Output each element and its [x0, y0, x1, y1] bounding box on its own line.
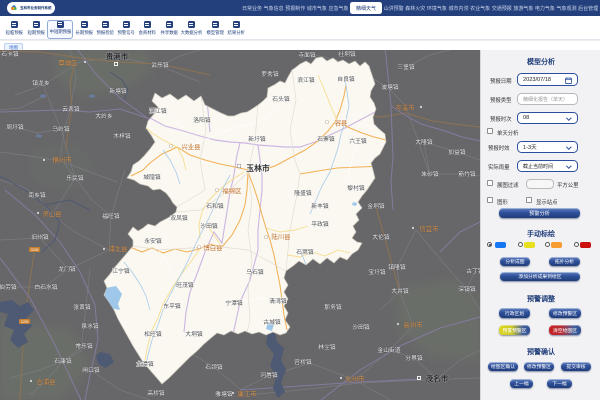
svg-text:官桥镇: 官桥镇 — [294, 358, 312, 366]
svg-text:福绵区: 福绵区 — [222, 186, 242, 195]
svg-text:石颈镇: 石颈镇 — [205, 363, 223, 371]
svg-text:江宁镇: 江宁镇 — [112, 267, 130, 275]
svg-text:闸口镇: 闸口镇 — [82, 366, 100, 374]
svg-text:石窝镇: 石窝镇 — [296, 248, 314, 256]
svg-text:大井镇: 大井镇 — [391, 287, 409, 295]
svg-text:石寨镇: 石寨镇 — [317, 135, 335, 143]
svg-text:张黄镇: 张黄镇 — [73, 303, 91, 311]
svg-text:朱砂镇: 朱砂镇 — [421, 170, 439, 178]
svg-text:博白县: 博白县 — [203, 243, 223, 252]
svg-text:容县: 容县 — [335, 118, 348, 127]
svg-text:浦北县: 浦北县 — [108, 244, 128, 253]
svg-text:浪江镇: 浪江镇 — [297, 76, 315, 84]
svg-text:石卡镇: 石卡镇 — [1, 50, 19, 58]
svg-text:雅塘镇: 雅塘镇 — [215, 390, 233, 398]
svg-text:旺茂镇: 旺茂镇 — [176, 281, 194, 289]
svg-text:筋竹镇: 筋竹镇 — [458, 170, 476, 178]
svg-text:金垌镇: 金垌镇 — [367, 202, 385, 210]
svg-text:高州市: 高州市 — [403, 320, 423, 329]
svg-text:东平镇: 东平镇 — [163, 302, 181, 310]
svg-text:兴业县: 兴业县 — [181, 142, 201, 151]
svg-text:林尘镇: 林尘镇 — [318, 343, 336, 351]
svg-text:横州市: 横州市 — [52, 155, 72, 164]
svg-text:平政镇: 平政镇 — [311, 220, 329, 228]
svg-text:宝圩镇: 宝圩镇 — [368, 268, 386, 276]
svg-text:伯劳镇: 伯劳镇 — [0, 283, 17, 291]
svg-text:宁潭镇: 宁潭镇 — [225, 299, 243, 307]
svg-text:镇隆镇: 镇隆镇 — [388, 263, 406, 271]
svg-text:黎村镇: 黎村镇 — [347, 184, 365, 192]
svg-text:新圩镇: 新圩镇 — [248, 135, 266, 143]
svg-text:灵山县: 灵山县 — [42, 209, 62, 218]
svg-text:廉江市: 廉江市 — [237, 389, 257, 398]
svg-text:马岭镇: 马岭镇 — [52, 125, 70, 133]
svg-text:湛江镇: 湛江镇 — [149, 107, 167, 115]
svg-text:深镇镇: 深镇镇 — [458, 285, 476, 293]
svg-text:大岭乡: 大岭乡 — [95, 112, 113, 120]
svg-text:木梓镇: 木梓镇 — [113, 132, 131, 140]
svg-text:大垌镇: 大垌镇 — [185, 330, 203, 338]
svg-text:石和镇: 石和镇 — [206, 202, 224, 210]
svg-text:金山街道: 金山街道 — [377, 346, 400, 354]
svg-text:加益镇: 加益镇 — [448, 148, 466, 156]
svg-text:三堡镇: 三堡镇 — [397, 63, 415, 71]
svg-text:高桥镇: 高桥镇 — [147, 389, 165, 397]
svg-text:石头镇: 石头镇 — [272, 95, 290, 103]
svg-text:乐民镇: 乐民镇 — [66, 174, 84, 182]
svg-text:沙田镇: 沙田镇 — [352, 323, 370, 331]
svg-text:贵港市: 贵港市 — [106, 51, 129, 61]
svg-text:玉林市: 玉林市 — [246, 163, 270, 173]
svg-text:洛阳镇: 洛阳镇 — [193, 116, 211, 124]
svg-text:陆川县: 陆川县 — [271, 232, 291, 241]
svg-text:龙门镇: 龙门镇 — [58, 265, 76, 273]
svg-text:乌石镇: 乌石镇 — [246, 268, 264, 276]
svg-text:云表镇: 云表镇 — [62, 105, 80, 113]
svg-text:福旺镇: 福旺镇 — [102, 212, 120, 220]
svg-text:G209: G209 — [31, 248, 39, 252]
svg-text:信宜市: 信宜市 — [419, 224, 439, 233]
svg-text:罗秀镇: 罗秀镇 — [261, 70, 279, 78]
svg-text:旧州镇: 旧州镇 — [31, 233, 49, 241]
svg-text:化州市: 化州市 — [345, 374, 365, 383]
svg-text:永安镇: 永安镇 — [144, 237, 162, 245]
svg-text:南乡镇: 南乡镇 — [28, 191, 46, 199]
svg-text:双凤镇: 双凤镇 — [170, 214, 188, 222]
svg-text:隆盛镇: 隆盛镇 — [294, 189, 312, 197]
svg-text:古城镇: 古城镇 — [263, 318, 281, 326]
svg-text:白石水镇: 白石水镇 — [34, 283, 57, 291]
svg-text:镇龙乡: 镇龙乡 — [32, 79, 50, 87]
svg-text:波塘镇: 波塘镇 — [381, 83, 399, 91]
svg-text:城隍镇: 城隍镇 — [143, 173, 161, 181]
svg-text:岑溪市: 岑溪市 — [395, 103, 415, 112]
svg-text:寺面镇: 寺面镇 — [298, 51, 316, 59]
svg-text:常乐镇: 常乐镇 — [75, 342, 93, 350]
svg-text:社垌镇: 社垌镇 — [338, 50, 356, 58]
svg-text:泉水镇: 泉水镇 — [81, 322, 99, 330]
svg-text:武乐镇: 武乐镇 — [151, 61, 169, 69]
svg-text:龙潭镇: 龙潭镇 — [136, 360, 154, 368]
svg-text:那务镇: 那务镇 — [324, 303, 342, 311]
svg-text:周圩镇: 周圩镇 — [6, 123, 24, 131]
svg-text:石康镇: 石康镇 — [54, 357, 72, 365]
svg-text:松旺镇: 松旺镇 — [144, 330, 162, 338]
svg-text:大隆镇: 大隆镇 — [415, 138, 433, 146]
svg-text:河唇镇: 河唇镇 — [260, 371, 278, 379]
svg-text:分界镇: 分界镇 — [405, 354, 423, 362]
svg-text:清湾镇: 清湾镇 — [269, 297, 287, 305]
svg-text:自良镇: 自良镇 — [337, 75, 355, 83]
svg-text:古丁镇: 古丁镇 — [466, 267, 480, 275]
svg-text:六王镇: 六王镇 — [349, 137, 367, 145]
svg-text:覃塘区: 覃塘区 — [58, 58, 78, 67]
svg-text:新丰镇: 新丰镇 — [311, 202, 329, 210]
svg-text:沙田镇: 沙田镇 — [200, 222, 218, 230]
svg-text:大伦镇: 大伦镇 — [372, 233, 390, 241]
svg-text:茂名市: 茂名市 — [426, 373, 449, 383]
svg-text:新塘镇: 新塘镇 — [109, 87, 127, 95]
svg-text:G209: G209 — [21, 320, 29, 324]
svg-text:合浦县: 合浦县 — [36, 377, 56, 386]
